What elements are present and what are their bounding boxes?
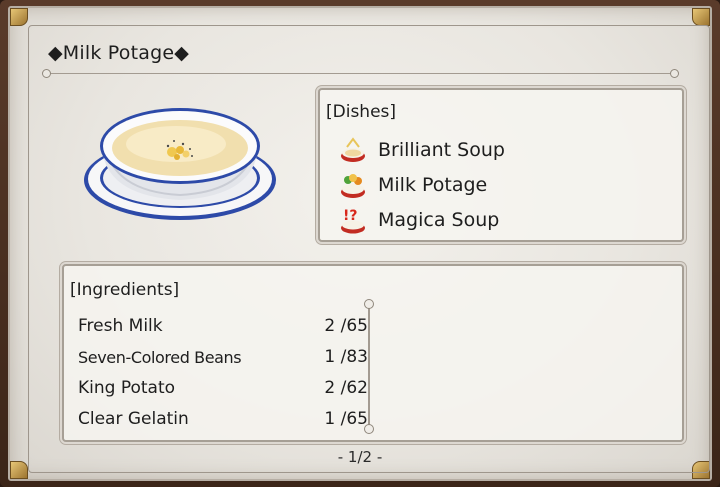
ingredient-row: Seven-Colored Beans 1 /83 [78, 343, 368, 371]
dish-label: Milk Potage [378, 174, 488, 196]
ingredient-name: Clear Gelatin [78, 409, 189, 429]
recipe-title: ◆Milk Potage◆ [48, 42, 190, 64]
ingredient-count: 1 /83 [324, 347, 368, 367]
scrollbar-top-cap[interactable] [364, 299, 374, 309]
corner-ornament [692, 8, 710, 26]
ingredient-count: 2 /62 [324, 378, 368, 398]
svg-text:!?: !? [343, 208, 358, 224]
scrollbar-bottom-cap[interactable] [364, 424, 374, 434]
dishes-panel: [Dishes] Brilliant Soup Milk Potage !? M… [318, 88, 684, 242]
dish-label: Magica Soup [378, 209, 500, 231]
brilliant-soup-icon [338, 135, 368, 165]
ingredients-panel: [Ingredients] Fresh Milk 2 /65 Seven-Col… [62, 264, 684, 442]
ingredient-row: King Potato 2 /62 [78, 374, 368, 402]
ingredient-row: Clear Gelatin 1 /65 [78, 405, 368, 433]
dish-label: Brilliant Soup [378, 139, 505, 161]
page-indicator: - 1/2 - [337, 448, 383, 466]
ingredient-name: Seven-Colored Beans [78, 347, 242, 367]
ingredient-name: King Potato [78, 378, 176, 398]
soup-bowl-illustration [82, 96, 282, 226]
magica-soup-icon: !? [338, 205, 368, 235]
ingredients-scrollbar[interactable] [368, 302, 370, 430]
divider-end-dot [670, 69, 679, 78]
milk-potage-icon [338, 170, 368, 200]
corner-ornament [10, 8, 28, 26]
title-divider [46, 73, 678, 74]
ingredients-heading: [Ingredients] [70, 280, 180, 300]
dish-item[interactable]: !? Magica Soup [338, 204, 499, 236]
dish-item[interactable]: Brilliant Soup [338, 134, 505, 166]
ingredient-name: Fresh Milk [78, 316, 163, 336]
ingredient-count: 2 /65 [324, 316, 368, 336]
dishes-heading: [Dishes] [326, 102, 397, 122]
divider-end-dot [42, 69, 51, 78]
ingredient-row: Fresh Milk 2 /65 [78, 312, 368, 340]
dish-item[interactable]: Milk Potage [338, 169, 487, 201]
ingredient-count: 1 /65 [324, 409, 368, 429]
window-frame: ◆Milk Potage◆ [Dishes] Brilliant Soup Mi… [0, 0, 720, 487]
